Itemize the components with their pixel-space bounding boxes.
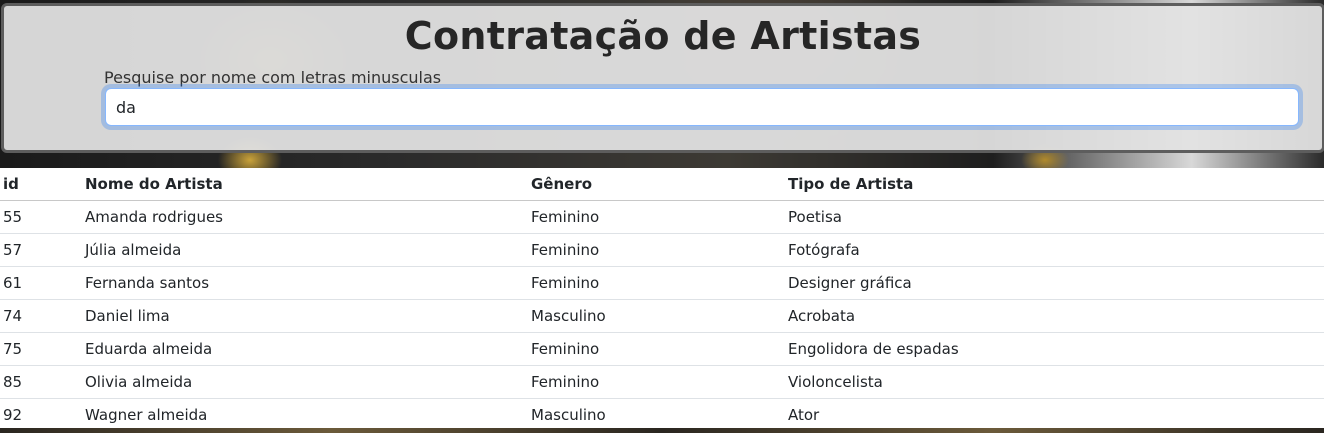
cell-gender: Feminino bbox=[528, 233, 785, 267]
table-row: 75 Eduarda almeida Feminino Engolidora d… bbox=[0, 332, 1324, 366]
column-header-id: id bbox=[0, 168, 82, 201]
cell-name: Eduarda almeida bbox=[82, 332, 528, 366]
cell-name: Fernanda santos bbox=[82, 266, 528, 300]
cell-type: Poetisa bbox=[785, 200, 1324, 234]
artists-table: id Nome do Artista Gênero Tipo de Artist… bbox=[0, 168, 1324, 432]
column-header-gender: Gênero bbox=[528, 168, 785, 201]
cell-name: Amanda rodrigues bbox=[82, 200, 528, 234]
column-header-type: Tipo de Artista bbox=[785, 168, 1324, 201]
table-row: 57 Júlia almeida Feminino Fotógrafa bbox=[0, 233, 1324, 267]
cell-id: 57 bbox=[0, 233, 82, 267]
artists-table-container: id Nome do Artista Gênero Tipo de Artist… bbox=[0, 168, 1324, 432]
cell-name: Daniel lima bbox=[82, 299, 528, 333]
table-row: 55 Amanda rodrigues Feminino Poetisa bbox=[0, 200, 1324, 234]
cell-id: 74 bbox=[0, 299, 82, 333]
table-row: 85 Olivia almeida Feminino Violoncelista bbox=[0, 365, 1324, 399]
cell-name: Júlia almeida bbox=[82, 233, 528, 267]
cell-id: 61 bbox=[0, 266, 82, 300]
cell-type: Violoncelista bbox=[785, 365, 1324, 399]
search-label: Pesquise por nome com letras minusculas bbox=[104, 68, 442, 87]
cell-id: 85 bbox=[0, 365, 82, 399]
table-row: 74 Daniel lima Masculino Acrobata bbox=[0, 299, 1324, 333]
cell-gender: Masculino bbox=[528, 398, 785, 432]
cell-id: 75 bbox=[0, 332, 82, 366]
table-header-row: id Nome do Artista Gênero Tipo de Artist… bbox=[0, 168, 1324, 201]
column-header-name: Nome do Artista bbox=[82, 168, 528, 201]
cell-type: Acrobata bbox=[785, 299, 1324, 333]
cell-gender: Masculino bbox=[528, 299, 785, 333]
cell-type: Designer gráfica bbox=[785, 266, 1324, 300]
table-row: 61 Fernanda santos Feminino Designer grá… bbox=[0, 266, 1324, 300]
header-panel: Contratação de Artistas Pesquise por nom… bbox=[1, 3, 1324, 153]
cell-gender: Feminino bbox=[528, 365, 785, 399]
background-strip bbox=[0, 428, 1324, 433]
cell-type: Fotógrafa bbox=[785, 233, 1324, 267]
cell-type: Ator bbox=[785, 398, 1324, 432]
page-title: Contratação de Artistas bbox=[404, 14, 922, 58]
cell-gender: Feminino bbox=[528, 200, 785, 234]
table-row: 92 Wagner almeida Masculino Ator bbox=[0, 398, 1324, 432]
cell-gender: Feminino bbox=[528, 332, 785, 366]
cell-type: Engolidora de espadas bbox=[785, 332, 1324, 366]
cell-gender: Feminino bbox=[528, 266, 785, 300]
cell-id: 92 bbox=[0, 398, 82, 432]
cell-name: Wagner almeida bbox=[82, 398, 528, 432]
cell-name: Olivia almeida bbox=[82, 365, 528, 399]
search-input[interactable] bbox=[105, 88, 1299, 126]
cell-id: 55 bbox=[0, 200, 82, 234]
